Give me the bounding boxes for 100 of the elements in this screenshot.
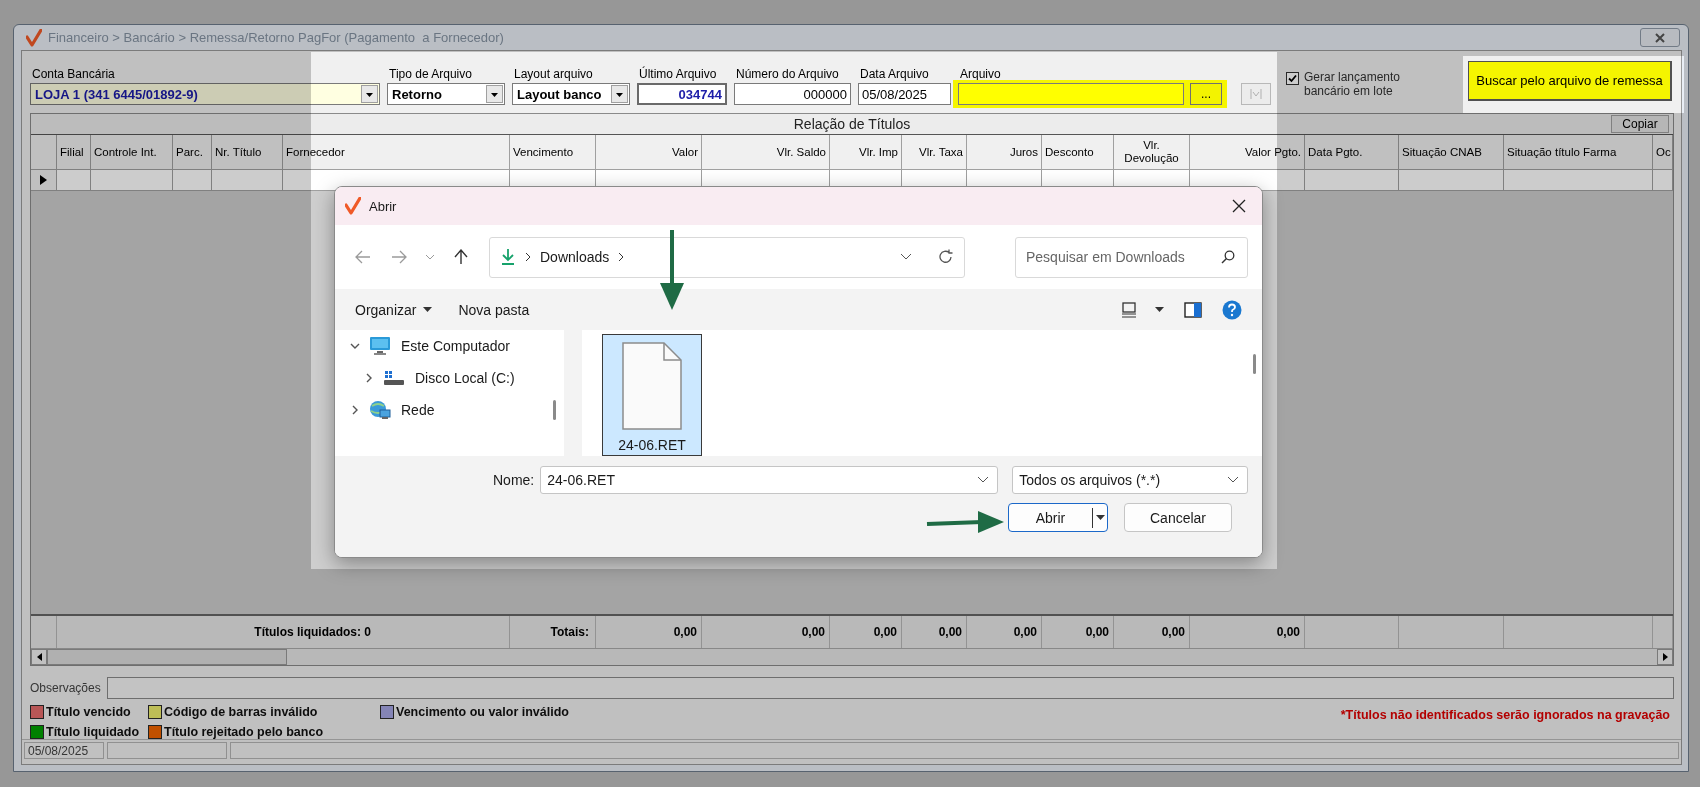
dropdown[interactable]: LOJA 1 (341 6445/01892-9)	[30, 83, 380, 105]
checkmark-icon	[1288, 74, 1297, 83]
cancel-button[interactable]: Cancelar	[1124, 503, 1232, 532]
legend-label: Título vencido	[46, 705, 131, 719]
network-icon	[369, 400, 391, 420]
column-header[interactable]: Controle Int.	[91, 135, 173, 169]
column-header[interactable]: Vlr. Saldo	[702, 135, 830, 169]
app-logo-icon	[345, 197, 361, 215]
window-title: Financeiro > Bancário > Remessa/Retorno PagFor (Pagamento a Fornecedor)	[48, 30, 504, 45]
column-header[interactable]: Nr. Título	[212, 135, 283, 169]
app-logo-icon	[26, 28, 42, 47]
total-value: 0,00	[1085, 625, 1109, 639]
warning-note: *Títulos não identificados serão ignorados na gravação	[1340, 708, 1670, 724]
search-file-button[interactable]: Buscar pelo arquivo de remessa	[1468, 61, 1672, 101]
chevron-right-icon	[617, 252, 626, 262]
chevron-right-icon	[524, 252, 532, 262]
field-label: Tipo de Arquivo	[388, 67, 473, 81]
copy-button[interactable]: Copiar	[1611, 115, 1669, 133]
column-header[interactable]: Vencimento	[510, 135, 596, 169]
forward-arrow-icon	[391, 250, 407, 264]
row-pointer-icon	[40, 175, 47, 185]
file-item[interactable]: 24-06.RET	[602, 334, 702, 456]
field-label: Último Arquivo	[638, 67, 718, 81]
help-button[interactable]	[1222, 299, 1242, 320]
column-header[interactable]: Valor	[596, 135, 702, 169]
view-icon	[1121, 301, 1137, 318]
caret-down-icon	[1095, 515, 1105, 520]
settled-count: Títulos liquidados: 0	[254, 625, 371, 639]
column-header[interactable]: Vlr. Taxa	[902, 135, 967, 169]
scroll-right-button[interactable]	[1657, 649, 1673, 665]
scrollbar-thumb[interactable]	[1253, 354, 1256, 374]
organize-menu[interactable]: Organizar	[355, 301, 433, 318]
field-label: Layout arquivo	[513, 67, 594, 81]
caret-right-icon	[1662, 653, 1668, 661]
field-label: Data Arquivo	[859, 67, 930, 81]
legend-label: Título rejeitado pelo banco	[164, 725, 324, 739]
filename-field[interactable]: 24-06.RET	[540, 466, 999, 494]
file-path-field[interactable]	[958, 83, 1184, 105]
column-header[interactable]: Filial	[57, 135, 91, 169]
legend-label: Vencimento ou valor inválido	[396, 705, 569, 719]
total-value: 0,00	[873, 625, 897, 639]
chevron-down-icon	[425, 254, 435, 260]
observations-field[interactable]	[106, 677, 1674, 699]
scrollbar-thumb[interactable]	[553, 400, 556, 420]
breadcrumb[interactable]: Downloads	[540, 249, 610, 265]
legend-label: Título liquidado	[46, 725, 140, 739]
table-title: Relação de Títulos	[793, 116, 911, 132]
search-field[interactable]: Pesquisar em Downloads	[1015, 236, 1248, 278]
checkbox-label: Gerar lançamento bancário em lote	[1304, 70, 1402, 98]
input-field[interactable]: 05/08/2025	[858, 83, 951, 105]
column-header[interactable]: Situação CNAB	[1399, 135, 1504, 169]
column-header[interactable]: Oc	[1653, 135, 1673, 169]
legend-label: Código de barras inválido	[164, 705, 318, 719]
new-folder-button[interactable]: Nova pasta	[458, 301, 530, 318]
field-label: Nome:	[493, 472, 535, 488]
column-header[interactable]: Data Pgto.	[1305, 135, 1399, 169]
totals-label: Totais:	[550, 625, 589, 639]
back-arrow-icon	[355, 250, 371, 264]
column-header[interactable]: Valor Pgto.	[1190, 135, 1305, 169]
pane-icon	[1184, 301, 1202, 318]
input-field[interactable]: 000000	[734, 83, 851, 105]
dropdown[interactable]: Layout banco	[512, 83, 630, 105]
document-icon	[620, 341, 684, 431]
column-header[interactable]: Parc.	[173, 135, 212, 169]
caret-left-icon	[36, 653, 42, 661]
chevron-down-icon	[900, 253, 912, 261]
input-field: 034744	[637, 83, 727, 105]
total-value: 0,00	[1161, 625, 1185, 639]
column-header[interactable]: Fornecedor	[283, 135, 510, 169]
chevron-down-icon	[1250, 88, 1262, 100]
total-value: 0,00	[1276, 625, 1300, 639]
preview-pane-button[interactable]	[1184, 301, 1202, 318]
close-button[interactable]	[1640, 28, 1680, 47]
browse-button[interactable]: ...	[1190, 83, 1222, 105]
refresh-icon	[938, 249, 954, 265]
total-value: 0,00	[801, 625, 825, 639]
file-type-dropdown[interactable]: Todos os arquivos (*.*)	[1012, 466, 1249, 494]
tree-item[interactable]: Este Computador	[401, 338, 510, 354]
field-label: Arquivo	[959, 67, 1002, 81]
column-header[interactable]: Vlr. Imp	[830, 135, 902, 169]
checkbox[interactable]	[1286, 72, 1299, 85]
search-icon	[1221, 250, 1235, 264]
column-header[interactable]: Vlr. Devolução	[1114, 135, 1190, 169]
column-header[interactable]: Juros	[967, 135, 1042, 169]
scroll-left-button[interactable]	[31, 649, 47, 665]
tree-item[interactable]: Disco Local (C:)	[415, 370, 515, 386]
dialog-title: Abrir	[369, 198, 397, 214]
caret-down-icon	[1155, 307, 1164, 312]
drive-icon	[383, 370, 405, 386]
field-label: Número do Arquivo	[735, 67, 840, 81]
view-menu[interactable]	[1121, 301, 1164, 318]
scrollbar-thumb[interactable]	[47, 649, 287, 665]
column-header[interactable]: Situação título Farma	[1504, 135, 1653, 169]
address-bar[interactable]: Downloads	[489, 236, 965, 278]
tree-item[interactable]: Rede	[401, 402, 435, 418]
column-header[interactable]: Desconto	[1042, 135, 1114, 169]
open-button[interactable]: Abrir	[1008, 503, 1108, 532]
dropdown[interactable]: Retorno	[387, 83, 505, 105]
field-label: Observações	[30, 681, 101, 695]
field-label: Conta Bancária	[31, 67, 116, 81]
